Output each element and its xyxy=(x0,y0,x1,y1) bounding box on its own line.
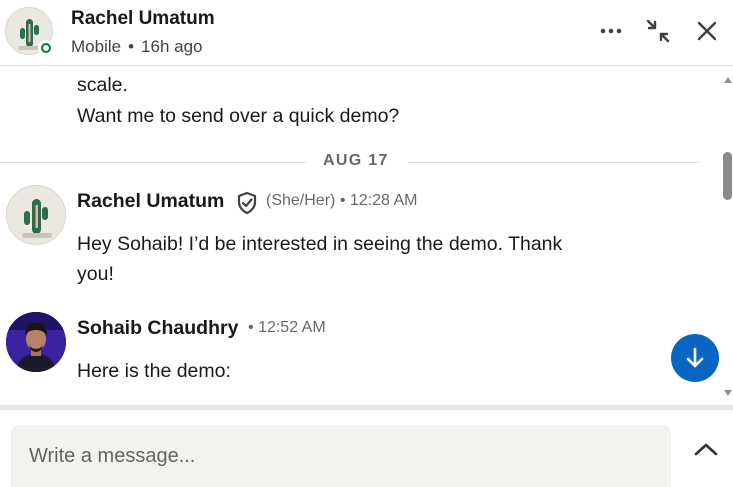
contact-name[interactable]: Rachel Umatum xyxy=(71,8,215,30)
device-label: Mobile xyxy=(71,37,122,56)
message-time: 12:52 AM xyxy=(258,319,326,336)
close-button[interactable] xyxy=(690,14,724,48)
scroll-up-arrow-icon[interactable] xyxy=(724,77,732,83)
arrow-down-icon xyxy=(686,347,704,368)
date-label: AUG 17 xyxy=(323,152,389,169)
message-line-2: you! xyxy=(77,263,114,285)
collapse-icon xyxy=(646,19,670,43)
verified-shield-icon xyxy=(237,191,257,215)
message-meta: (She/Her) • 12:28 AM xyxy=(266,192,417,210)
sender-name[interactable]: Sohaib Chaudhry xyxy=(77,317,238,340)
collapse-button[interactable] xyxy=(641,14,675,48)
more-options-icon xyxy=(600,28,622,34)
jump-to-latest-button[interactable] xyxy=(671,334,719,382)
scroll-thumb[interactable] xyxy=(723,152,732,200)
message-line-1: Hey Sohaib! I’d be interested in seeing … xyxy=(77,233,563,255)
message-thread: scale. Want me to send over a quick demo… xyxy=(0,67,722,405)
sender-pronouns: (She/Her) xyxy=(266,192,336,209)
message-meta: • 12:52 AM xyxy=(248,319,326,337)
previous-message-line-2: Want me to send over a quick demo? xyxy=(77,105,400,127)
sender-name[interactable]: Rachel Umatum xyxy=(77,190,224,213)
expand-composer-button[interactable] xyxy=(690,435,722,463)
contact-status: Mobile • 16h ago xyxy=(71,37,203,57)
separator-dot: • xyxy=(339,192,346,209)
message-line-1: Here is the demo: xyxy=(77,360,231,382)
message-time: 12:28 AM xyxy=(349,192,418,209)
message-input[interactable] xyxy=(29,445,629,468)
last-active-label: 16h ago xyxy=(141,37,203,56)
more-options-button[interactable] xyxy=(594,14,628,48)
thread-scrollbar[interactable] xyxy=(722,67,733,405)
message-box[interactable] xyxy=(11,425,671,487)
chat-header: Rachel Umatum Mobile • 16h ago xyxy=(0,0,733,66)
close-icon xyxy=(697,21,717,41)
separator-dot: • xyxy=(248,319,254,336)
separator-dot: • xyxy=(128,37,135,56)
presence-indicator xyxy=(38,40,54,56)
message-composer xyxy=(0,410,733,487)
sender-avatar[interactable] xyxy=(6,312,66,372)
chevron-up-icon xyxy=(694,443,718,456)
scroll-down-arrow-icon[interactable] xyxy=(724,390,732,396)
date-divider: AUG 17 xyxy=(0,151,700,171)
previous-message-line-1: scale. xyxy=(77,74,128,96)
sender-avatar[interactable] xyxy=(6,185,66,245)
